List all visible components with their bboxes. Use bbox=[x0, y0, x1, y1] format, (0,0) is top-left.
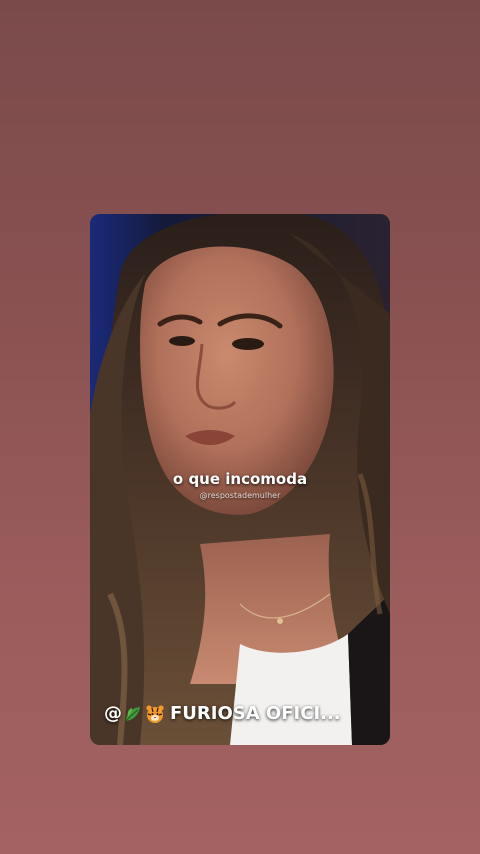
watermark-handle: @respostademulher bbox=[199, 491, 281, 500]
video-caption: o que incomoda bbox=[172, 470, 308, 488]
story-video-card[interactable]: o que incomoda @respostademulher @ FURIO… bbox=[90, 214, 390, 745]
tiger-icon bbox=[145, 704, 165, 724]
mention-sticker[interactable]: @ FURIOSA OFICI... bbox=[104, 703, 341, 724]
leaves-icon bbox=[123, 704, 143, 724]
mention-username: FURIOSA OFICI... bbox=[170, 703, 341, 724]
at-symbol: @ bbox=[104, 703, 122, 724]
